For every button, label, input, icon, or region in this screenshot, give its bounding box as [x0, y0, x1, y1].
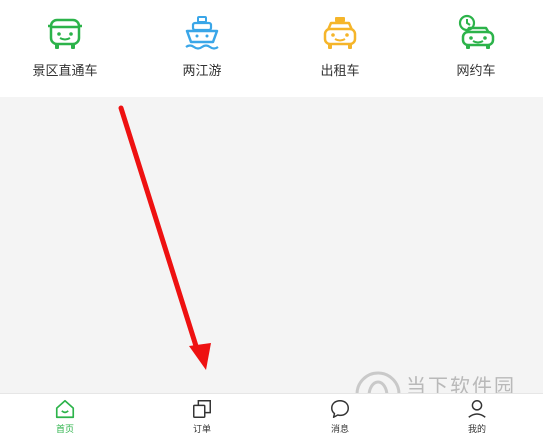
service-taxi[interactable]: 出租车: [280, 14, 400, 84]
tab-label: 首页: [55, 425, 74, 435]
tab-orders[interactable]: 订单: [172, 398, 232, 438]
service-label: 网约车: [456, 64, 496, 79]
message-icon: [331, 400, 349, 418]
service-scenic-bus[interactable]: 景区直通车: [5, 14, 125, 84]
service-panel: 景区直通车 两江游 出租车 网约车: [0, 0, 543, 97]
tab-messages[interactable]: 消息: [310, 398, 370, 438]
service-river-cruise[interactable]: 两江游: [142, 14, 262, 84]
profile-icon: [468, 400, 486, 418]
tab-label: 消息: [330, 425, 349, 435]
ship-icon: [185, 16, 219, 50]
tab-label: 订单: [192, 425, 211, 435]
home-icon: [55, 399, 75, 419]
bottom-tab-bar: 首页 订单 消息 我的: [0, 393, 543, 439]
service-ride-hailing[interactable]: 网约车: [416, 14, 536, 84]
tab-home[interactable]: 首页: [35, 398, 95, 438]
tab-label: 我的: [467, 425, 486, 435]
tab-profile[interactable]: 我的: [447, 398, 507, 438]
service-label: 出租车: [320, 64, 360, 79]
taxi-icon: [323, 17, 357, 49]
ride-hailing-car-icon: [458, 14, 495, 49]
service-label: 景区直通车: [32, 64, 98, 79]
orders-icon: [193, 400, 211, 418]
bus-icon: [48, 18, 82, 49]
service-label: 两江游: [182, 64, 222, 79]
